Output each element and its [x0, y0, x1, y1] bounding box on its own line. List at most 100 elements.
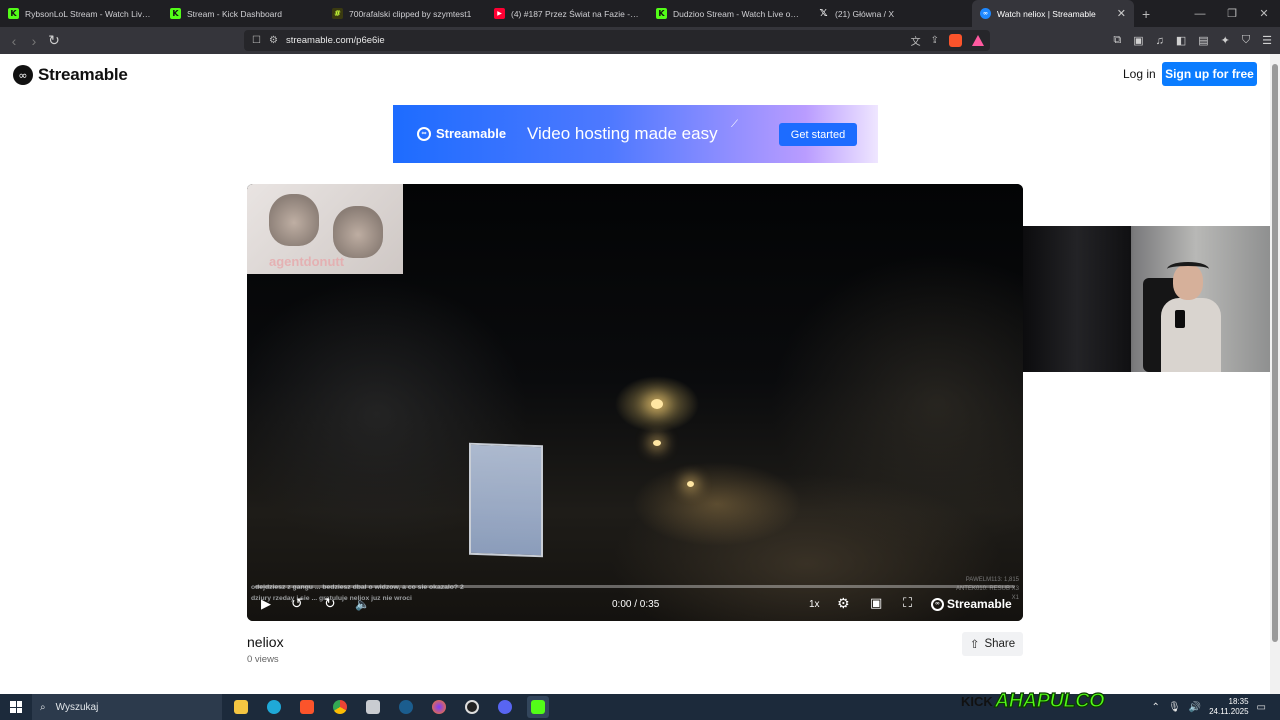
kick-icon: K — [656, 8, 667, 19]
signup-button[interactable]: Sign up for free — [1162, 62, 1257, 86]
close-tab-icon[interactable]: ✕ — [1117, 7, 1126, 20]
cat-image — [333, 206, 383, 258]
chrome-icon[interactable] — [329, 696, 351, 718]
discord-icon[interactable] — [494, 696, 516, 718]
clock-date: 24.11.2025 — [1209, 707, 1249, 716]
tab-dudzioo[interactable]: K Dudzioo Stream - Watch Live on Kick — [648, 0, 810, 27]
file-explorer-icon[interactable] — [230, 696, 252, 718]
minimize-icon[interactable]: — — [1184, 0, 1216, 27]
player-controls: ▶ ↺ ↻ 🔈 0:00 / 0:35 1x ⚙ ▣ ⛶ ∞ Streamabl… — [247, 593, 1023, 617]
windows-start-icon[interactable] — [10, 701, 22, 713]
progress-bar[interactable] — [255, 585, 1015, 588]
scrollbar-thumb[interactable] — [1272, 64, 1278, 642]
chevron-up-icon[interactable]: ⌃ — [1152, 702, 1160, 713]
banner-tagline: Video hosting made easy — [527, 124, 718, 143]
tab-clip[interactable]: # 700rafalski clipped by szymtest1 — [324, 0, 486, 27]
webcam-overlay — [1023, 226, 1270, 372]
share-page-icon[interactable]: ⇪ — [931, 35, 939, 46]
player-brand-link[interactable]: ∞ Streamable — [931, 597, 1012, 611]
login-link[interactable]: Log in — [1123, 67, 1156, 81]
forward-10-icon[interactable]: ↻ — [324, 596, 336, 612]
brave-rewards-icon[interactable] — [972, 35, 984, 46]
fullscreen-icon[interactable]: ⛶ — [903, 596, 912, 611]
extensions-icon[interactable]: ⧉ — [1113, 34, 1121, 47]
promo-banner[interactable]: ∞ Streamable Video hosting made easy ⟋ G… — [393, 105, 878, 163]
badge-name: AHAPULCO — [994, 689, 1105, 712]
settings-gear-icon[interactable]: ⚙ — [837, 596, 850, 612]
wallet-icon[interactable]: ▤ — [1198, 34, 1208, 47]
brave-icon[interactable] — [296, 696, 318, 718]
share-button[interactable]: ⇧ Share — [962, 632, 1023, 656]
streamable-logo-icon: ∞ — [931, 597, 944, 611]
video-player[interactable]: agentdonutt odejdziesz z gangu ... bedzi… — [247, 184, 1023, 621]
streetlight — [687, 481, 694, 487]
system-tray: ⌃ 🎙 🔊 18:35 24.11.2025 ▭ — [1152, 694, 1266, 720]
site-info-icon[interactable]: ⚙ — [269, 35, 278, 46]
tab-title: (21) Główna / X — [835, 8, 895, 19]
bookmark-icon[interactable]: ☐ — [252, 35, 261, 46]
clock-time: 18:35 — [1228, 697, 1249, 706]
back-icon[interactable]: ‹ — [4, 33, 24, 49]
reload-icon[interactable]: ↻ — [44, 32, 64, 49]
banner-logo: ∞ Streamable — [417, 126, 506, 141]
vpn-icon[interactable]: ⛉ — [1242, 34, 1250, 47]
microphone-icon[interactable]: 🎙 — [1168, 702, 1181, 713]
close-window-icon[interactable]: ✕ — [1248, 0, 1280, 27]
picture-in-picture-icon[interactable]: ▣ — [870, 596, 882, 611]
tab-rybson[interactable]: K RybsonLoL Stream - Watch Live on K — [0, 0, 162, 27]
headphones-icon — [1167, 262, 1209, 276]
share-icon: ⇧ — [969, 639, 980, 651]
window-controls: — ❐ ✕ — [1184, 0, 1280, 27]
brand-name: Streamable — [38, 65, 128, 84]
badge-kick: KICK — [961, 693, 993, 709]
tab-streamable[interactable]: ∞ Watch neliox | Streamable ✕ — [972, 0, 1134, 27]
curtain — [1023, 226, 1131, 372]
firefox-icon[interactable] — [428, 696, 450, 718]
rewind-10-icon[interactable]: ↺ — [291, 596, 303, 612]
time-display: 0:00 / 0:35 — [612, 599, 660, 610]
kick-dashboard-icon: K — [170, 8, 181, 19]
tab-kick-dashboard[interactable]: K Stream - Kick Dashboard — [162, 0, 324, 27]
forward-icon[interactable]: › — [24, 33, 44, 49]
edge-icon[interactable] — [263, 696, 285, 718]
taskbar-search[interactable]: ⌕ Wyszukaj — [32, 694, 222, 720]
overlay-watermark: agentdonutt — [269, 254, 345, 269]
sidebar-icon[interactable]: ◧ — [1176, 34, 1186, 47]
search-icon: ⌕ — [40, 701, 46, 713]
phone — [1175, 310, 1185, 328]
translate-icon[interactable]: 文 — [911, 33, 921, 48]
app-icon[interactable] — [362, 696, 384, 718]
kick-app-icon[interactable] — [527, 696, 549, 718]
menu-icon[interactable]: ☰ — [1262, 34, 1272, 47]
clock[interactable]: 18:35 24.11.2025 — [1209, 697, 1248, 717]
tab-title: Dudzioo Stream - Watch Live on Kick — [673, 8, 802, 19]
kick-clip-icon: # — [332, 8, 343, 19]
tab-title: 700rafalski clipped by szymtest1 — [349, 8, 472, 19]
tab-youtube[interactable]: ▶ (4) #187 Przez Świat na Fazie - Czy B — [486, 0, 648, 27]
volume-icon[interactable]: 🔊 — [1189, 702, 1201, 713]
tab-title: Watch neliox | Streamable — [997, 8, 1096, 19]
sparkle-icon: ⟋ — [731, 119, 738, 130]
leo-ai-icon[interactable]: ✦ — [1221, 34, 1230, 47]
tab-x[interactable]: 𝕏 (21) Główna / X — [810, 0, 972, 27]
play-icon[interactable]: ▶ — [261, 597, 271, 612]
street-poster — [469, 442, 543, 558]
notifications-icon[interactable]: ▭ — [1257, 702, 1266, 713]
share-label: Share — [984, 638, 1016, 650]
cat-image — [269, 194, 319, 246]
streamable-logo[interactable]: ∞ Streamable — [13, 65, 128, 85]
obs-icon[interactable] — [461, 696, 483, 718]
playback-speed-button[interactable]: 1x — [809, 599, 820, 610]
new-tab-icon[interactable]: + — [1142, 6, 1150, 22]
url-text[interactable]: streamable.com/p6e6ie — [286, 35, 385, 46]
page-scrollbar[interactable] — [1270, 54, 1280, 694]
get-started-button[interactable]: Get started — [779, 123, 857, 146]
steam-icon[interactable] — [395, 696, 417, 718]
screenshot-icon[interactable]: ▣ — [1133, 34, 1143, 47]
music-icon[interactable]: ♫ — [1156, 35, 1164, 47]
maximize-icon[interactable]: ❐ — [1216, 0, 1248, 27]
volume-icon[interactable]: 🔈 — [355, 597, 370, 611]
brave-shields-icon[interactable] — [949, 34, 962, 47]
address-bar[interactable]: ☐ ⚙ streamable.com/p6e6ie 文 ⇪ — [244, 30, 990, 51]
kick-icon: K — [8, 8, 19, 19]
